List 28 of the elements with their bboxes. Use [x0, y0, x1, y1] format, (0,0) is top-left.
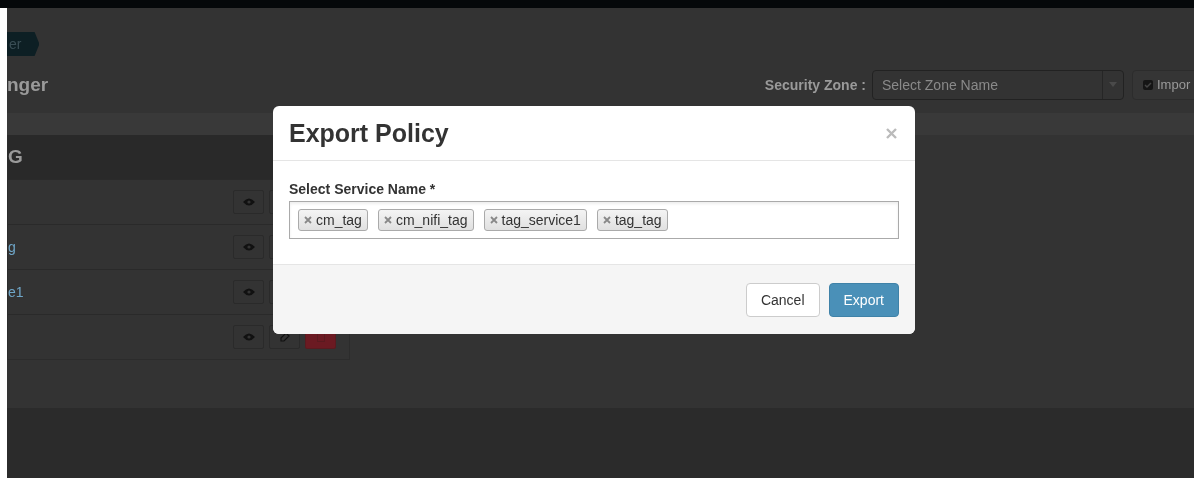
service-tag[interactable]: tag_service1 — [483, 209, 587, 231]
column-header: G — [8, 146, 23, 168]
field-label: Select Service Name * — [289, 181, 437, 197]
service-tag[interactable]: cm_nifi_tag — [377, 209, 474, 231]
edit-icon — [279, 332, 290, 342]
remove-icon[interactable] — [489, 216, 498, 224]
export-button[interactable]: Export — [828, 282, 899, 317]
eye-icon — [242, 288, 255, 296]
zone-select[interactable]: Select Zone Name — [872, 69, 1124, 100]
service-tag[interactable]: cm_tag — [298, 209, 368, 231]
import-button[interactable]: Impor — [1132, 69, 1194, 100]
service-link[interactable]: e1 — [8, 284, 24, 300]
trash-icon — [316, 332, 325, 342]
remove-icon[interactable] — [602, 216, 611, 224]
eye-icon — [242, 198, 255, 206]
dialog-title: Export Policy — [289, 118, 449, 148]
cancel-button[interactable]: Cancel — [745, 282, 820, 317]
remove-icon[interactable] — [383, 216, 392, 224]
close-icon[interactable] — [886, 127, 897, 139]
service-select-field[interactable]: cm_tag cm_nifi_tag tag_service1 tag_tag — [289, 201, 899, 239]
eye-icon — [242, 243, 255, 251]
service-link[interactable]: g — [8, 239, 16, 255]
service-tag[interactable]: tag_tag — [596, 209, 668, 231]
eye-icon — [242, 333, 255, 341]
security-zone-label: Security Zone : — [764, 76, 866, 93]
checkbox-icon — [1143, 79, 1153, 90]
remove-icon[interactable] — [304, 216, 312, 224]
page-title: nger — [7, 73, 49, 96]
